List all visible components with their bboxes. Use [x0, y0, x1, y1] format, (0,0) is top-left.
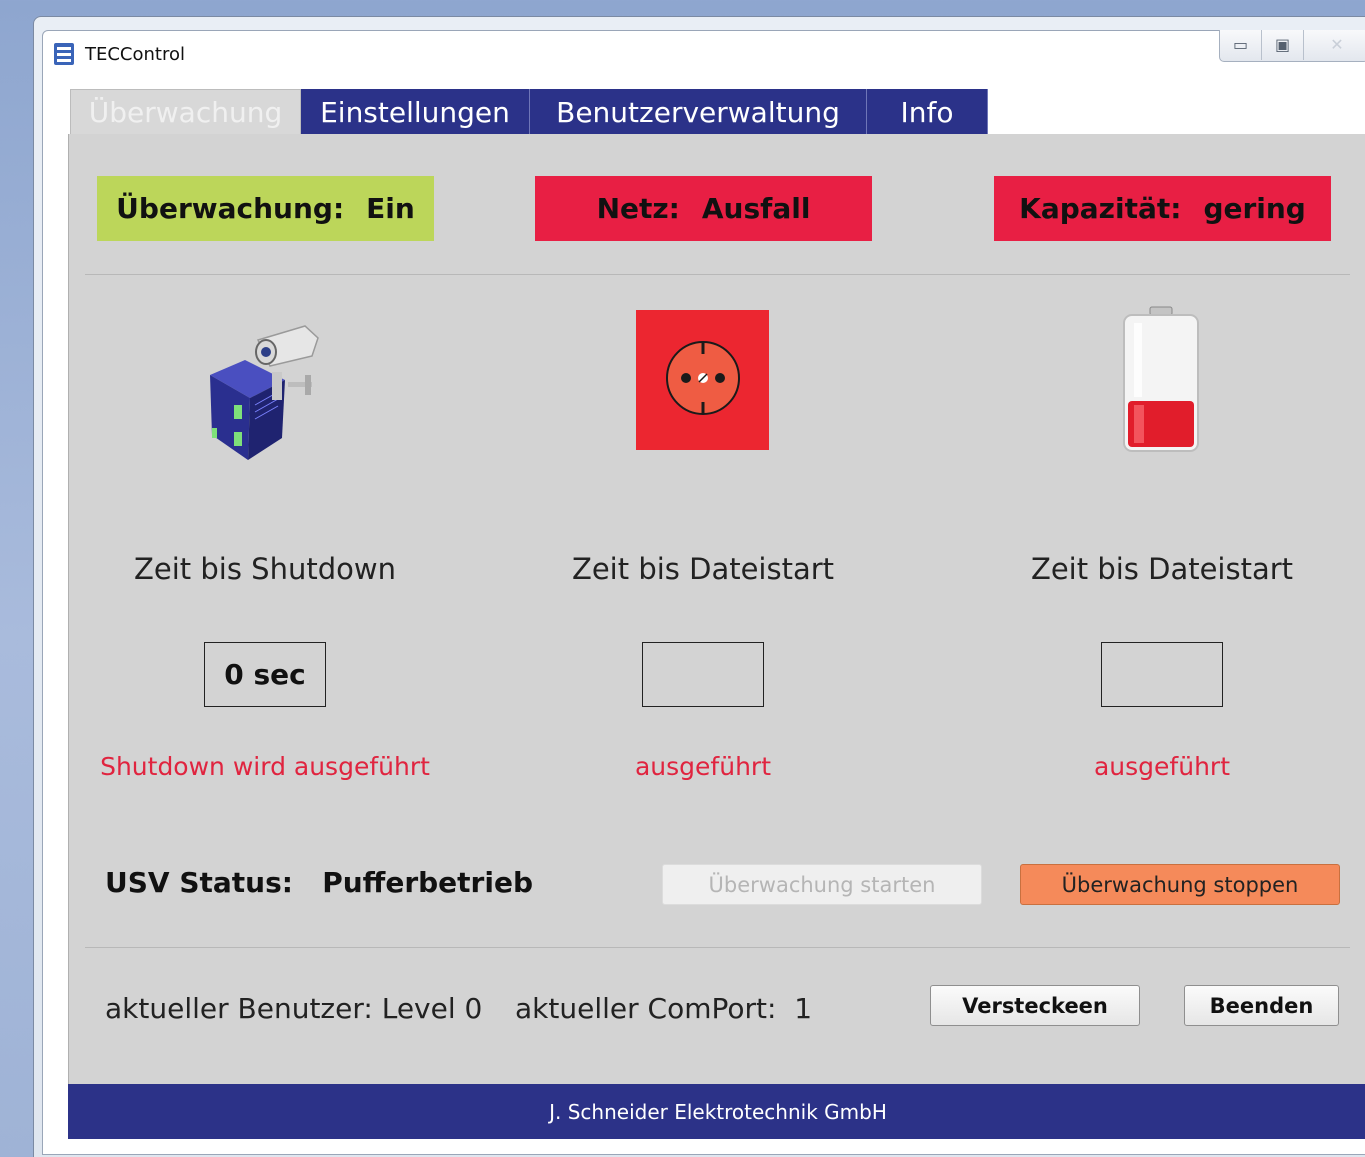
minimize-icon: ▭: [1232, 37, 1249, 54]
window-title: TECControl: [85, 44, 186, 65]
maximize-icon: ▣: [1274, 37, 1291, 54]
start-monitoring-button[interactable]: Überwachung starten: [662, 864, 982, 905]
battery-low-icon: [1123, 306, 1199, 452]
current-comport-label: aktueller ComPort:: [515, 992, 777, 1025]
maximize-button[interactable]: ▣: [1262, 30, 1304, 60]
close-icon: ✕: [1330, 37, 1344, 54]
divider: [85, 947, 1350, 948]
monitoring-status-badge: Überwachung: Ein: [97, 176, 434, 241]
minimize-button[interactable]: ▭: [1220, 30, 1262, 60]
company-footer: J. Schneider Elektrotechnik GmbH: [68, 1084, 1365, 1139]
tab-einstellungen[interactable]: Einstellungen: [301, 89, 530, 135]
capacity-file-start-message: ausgeführt: [1093, 752, 1230, 781]
grid-status-value: Ausfall: [701, 192, 811, 225]
monitoring-status-value: Ein: [366, 192, 415, 225]
usv-status: USV Status: Pufferbetrieb: [105, 866, 533, 899]
usv-status-label: USV Status:: [105, 866, 293, 899]
app-icon: [54, 43, 74, 65]
capacity-file-start-label: Zeit bis Dateistart: [1030, 552, 1294, 586]
grid-status-label: Netz:: [596, 192, 680, 225]
hide-button[interactable]: Versteckeen: [930, 985, 1140, 1026]
current-user-label: aktueller Benutzer:: [105, 992, 373, 1025]
monitoring-status-label: Überwachung:: [116, 192, 345, 225]
tab-ueberwachung[interactable]: Überwachung: [70, 89, 301, 135]
grid-file-start-label: Zeit bis Dateistart: [571, 552, 835, 586]
shutdown-time-display: 0 sec: [204, 642, 326, 707]
window-controls: ▭ ▣ ✕: [1219, 30, 1365, 62]
usv-status-value: Pufferbetrieb: [322, 866, 533, 899]
grid-status-badge: Netz: Ausfall: [535, 176, 872, 241]
grid-file-start-message: ausgeführt: [634, 752, 771, 781]
quit-button[interactable]: Beenden: [1184, 985, 1339, 1026]
shutdown-message: Shutdown wird ausgeführt: [100, 752, 430, 781]
monitoring-panel: [68, 134, 1365, 1084]
power-socket-icon: [636, 310, 769, 450]
stop-monitoring-button[interactable]: Überwachung stoppen: [1020, 864, 1340, 905]
capacity-file-start-time-display: [1101, 642, 1223, 707]
grid-file-start-time-display: [642, 642, 764, 707]
current-user-value: Level 0: [381, 992, 483, 1025]
capacity-status-badge: Kapazität: gering: [994, 176, 1331, 241]
capacity-status-value: gering: [1203, 192, 1306, 225]
current-user: aktueller Benutzer: Level 0: [105, 992, 482, 1025]
close-button[interactable]: ✕: [1304, 30, 1365, 60]
shutdown-time-label: Zeit bis Shutdown: [134, 552, 396, 586]
current-comport: aktueller ComPort: 1: [515, 992, 812, 1025]
capacity-status-label: Kapazität:: [1019, 192, 1182, 225]
tab-benutzerverwaltung[interactable]: Benutzerverwaltung: [530, 89, 867, 135]
server-camera-icon: [210, 325, 319, 460]
tab-info[interactable]: Info: [867, 89, 988, 135]
current-comport-value: 1: [794, 992, 813, 1025]
divider: [85, 274, 1350, 275]
